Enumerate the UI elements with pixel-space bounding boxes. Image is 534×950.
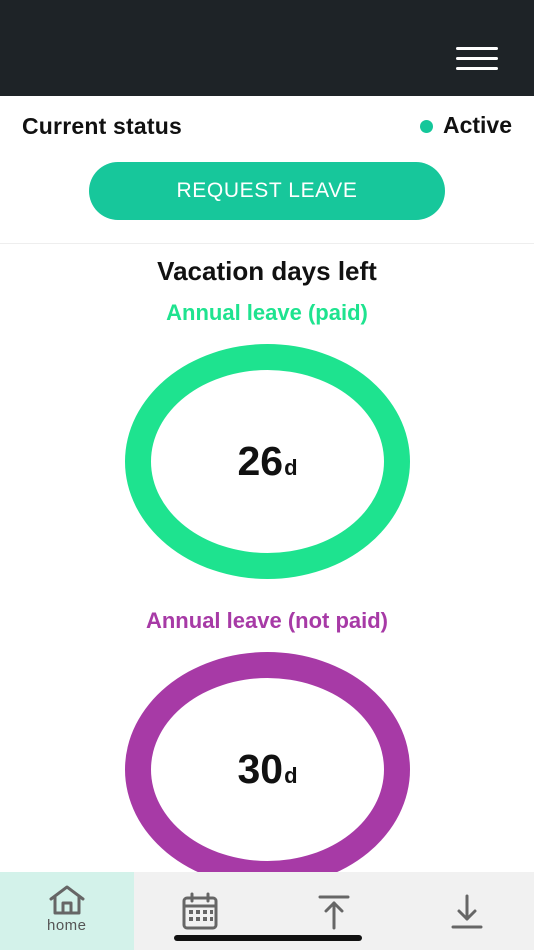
tab-home[interactable]: home: [0, 872, 134, 950]
current-status-label: Current status: [22, 113, 182, 139]
download-icon: [451, 894, 483, 929]
annual-leave-unpaid-label: Annual leave (not paid): [145, 608, 389, 633]
days-unit: d: [284, 455, 298, 480]
days-unit: d: [284, 763, 298, 788]
days-count: 30: [237, 746, 284, 792]
menu-line: [456, 67, 498, 70]
status-indicator: Active: [419, 112, 512, 139]
annual-leave-paid-ring: 26 d: [125, 344, 410, 579]
menu-line: [456, 57, 498, 60]
calendar-icon: [182, 892, 218, 930]
vacation-days-title: Vacation days left: [157, 256, 377, 286]
tab-download[interactable]: [401, 872, 534, 950]
divider: [0, 243, 534, 244]
days-count: 26: [237, 438, 284, 484]
home-indicator: [174, 935, 362, 941]
annual-leave-paid-label: Annual leave (paid): [166, 300, 368, 325]
request-leave-button[interactable]: REQUEST LEAVE: [89, 162, 445, 220]
upload-icon: [318, 895, 350, 930]
hamburger-menu-icon[interactable]: [452, 44, 502, 74]
tab-home-label: home: [46, 917, 87, 934]
annual-leave-paid-days: 26 d: [237, 438, 297, 485]
menu-line: [456, 47, 498, 50]
status-dot: [419, 120, 433, 133]
status-value: Active: [442, 112, 512, 138]
annual-leave-unpaid-ring: 30 d: [125, 652, 410, 887]
annual-leave-unpaid-days: 30 d: [237, 746, 297, 793]
home-icon: [49, 885, 85, 915]
top-bar: [0, 0, 534, 96]
